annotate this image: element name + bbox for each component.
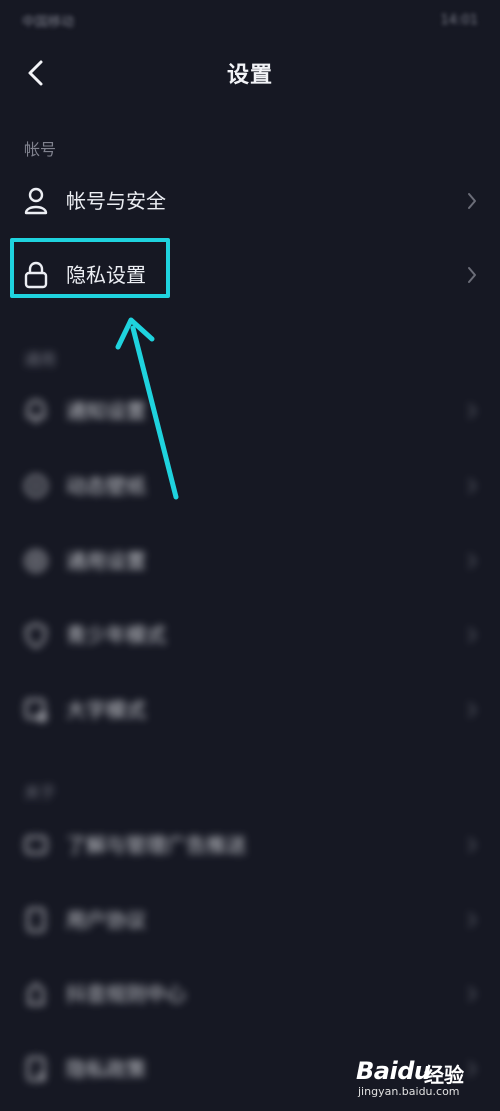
gear-icon — [22, 547, 50, 575]
text-size-icon — [22, 696, 50, 724]
settings-item-label: 青少年模式 — [66, 623, 166, 647]
settings-item-large-text[interactable]: 大字模式 — [0, 680, 500, 740]
carrier-text: 中国移动 — [22, 14, 75, 30]
settings-item-label: 大字模式 — [66, 698, 146, 722]
settings-item-ads[interactable]: 了解与管理广告推送 — [0, 815, 500, 875]
section-label-account: 帐号 — [24, 140, 57, 159]
clock-text: 14:01 — [440, 12, 478, 28]
chevron-right-icon — [468, 912, 477, 928]
settings-item-label: 帐号与安全 — [66, 189, 166, 213]
chevron-left-icon — [28, 60, 43, 86]
chevron-right-icon — [468, 837, 477, 853]
chevron-right-icon — [468, 267, 476, 283]
ad-icon — [22, 831, 50, 859]
settings-item-label: 隐私政策 — [66, 1057, 146, 1081]
header: 设置 — [0, 40, 500, 106]
rules-icon — [22, 980, 50, 1008]
settings-item-wallpaper[interactable]: 动态壁纸 — [0, 456, 500, 516]
chevron-right-icon — [468, 627, 477, 643]
settings-item-account-security[interactable]: 帐号与安全 — [0, 171, 500, 231]
chevron-right-icon — [468, 403, 477, 419]
chevron-right-icon — [468, 553, 477, 569]
settings-item-label: 动态壁纸 — [66, 474, 146, 498]
settings-item-label: 抖音规则中心 — [66, 982, 186, 1006]
watermark-brand: Baidu — [356, 1057, 431, 1085]
settings-item-label: 通知设置 — [66, 399, 146, 423]
policy-icon — [22, 1055, 50, 1083]
settings-item-label: 了解与管理广告推送 — [66, 833, 246, 857]
settings-item-teen-mode[interactable]: 青少年模式 — [0, 605, 500, 665]
settings-item-label: 用户协议 — [66, 908, 146, 932]
settings-item-general[interactable]: 通用设置 — [0, 531, 500, 591]
settings-item-rules-center[interactable]: 抖音规则中心 — [0, 964, 500, 1024]
section-label-general: 通用 — [24, 350, 57, 369]
settings-item-label: 通用设置 — [66, 549, 146, 573]
settings-item-notifications[interactable]: 通知设置 — [0, 381, 500, 441]
watermark-cn: 经验 — [424, 1063, 464, 1087]
bell-icon — [22, 397, 50, 425]
chevron-right-icon — [468, 193, 476, 209]
wallpaper-icon — [22, 472, 50, 500]
chevron-right-icon — [468, 702, 477, 718]
highlight-box — [10, 238, 170, 298]
shield-icon — [22, 621, 50, 649]
document-icon — [22, 906, 50, 934]
watermark-url: jingyan.baidu.com — [358, 1085, 460, 1098]
user-icon — [22, 187, 50, 215]
baidu-watermark: Baidu 经验 jingyan.baidu.com — [356, 1057, 486, 1101]
page-title: 设置 — [226, 63, 273, 88]
chevron-right-icon — [468, 478, 477, 494]
settings-item-user-agreement[interactable]: 用户协议 — [0, 890, 500, 950]
status-bar: 中国移动 14:01 — [0, 0, 500, 40]
watermark-brand-left: Bai — [356, 1057, 398, 1085]
section-label-about: 关于 — [24, 783, 57, 802]
chevron-right-icon — [468, 986, 477, 1002]
back-button[interactable] — [18, 55, 54, 91]
